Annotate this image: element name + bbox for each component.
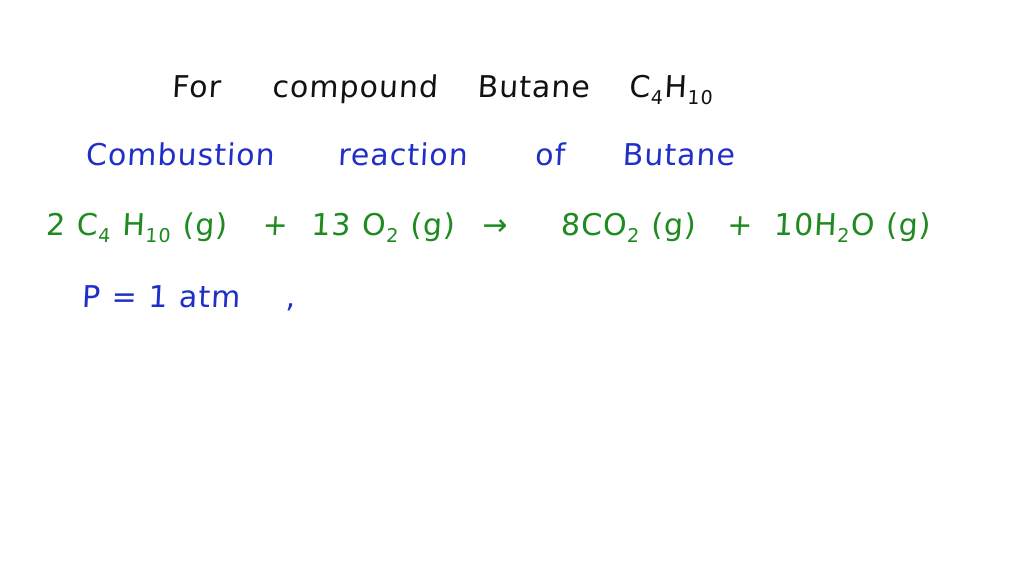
butane-formula: C4H10 [628,70,715,109]
chemical-equation: 2 C4 H10 (g) + 13 O2 (g) → 8CO2 (g) + 10… [45,208,932,247]
plus-sign: + [261,208,290,243]
product-co2: CO2 (g) [580,208,698,247]
trailing-comma: , [284,280,298,315]
title-prefix: For [171,70,223,105]
title-word-butane: Butane [476,70,592,105]
pressure-value: 1 atm [147,280,243,315]
heading-word-combustion: Combustion [85,138,277,173]
heading-word-reaction: reaction [337,138,470,173]
equals-sign: = [110,280,139,315]
document-title: For compound Butane C4H10 [171,70,715,109]
state-gas: (g) [885,208,933,243]
reactant-butane-c: C [75,208,100,243]
coefficient-co2: 8 [560,208,583,243]
coefficient-butane: 2 [45,208,68,243]
state-gas: (g) [409,208,457,243]
title-word-compound: compound [271,70,440,105]
state-gas: (g) [181,208,230,243]
product-water-o: O [849,208,877,243]
product-water: H2O (g) [813,208,933,247]
product-co2-count: 2 [626,225,641,247]
coefficient-oxygen: 13 [310,208,353,243]
heading-word-butane: Butane [621,138,737,173]
formula-hydrogen: H [663,70,689,105]
reactant-butane-c-count: 4 [97,225,112,247]
product-water-h-count: 2 [836,225,851,247]
product-co2-co: CO [580,208,629,243]
section-heading: Combustion reaction of Butane [85,138,737,173]
reactant-oxygen: O2 (g) [361,208,457,247]
formula-carbon: C [628,70,653,105]
reactant-butane-h: H [121,208,147,243]
plus-sign: + [726,208,755,243]
pressure-condition: P = 1 atm , [81,280,297,315]
coefficient-water: 10 [773,208,816,243]
reaction-arrow-icon: → [481,208,510,243]
formula-hydrogen-count: 10 [686,87,715,109]
reactant-butane-h-count: 10 [144,225,173,247]
reactant-oxygen-o: O [361,208,388,243]
product-water-h: H [813,208,839,243]
formula-carbon-count: 4 [650,87,665,109]
pressure-label: P [81,280,103,315]
state-gas: (g) [650,208,698,243]
heading-word-of: of [534,138,568,173]
reactant-oxygen-count: 2 [385,225,400,247]
reactant-butane: C4 H10 (g) [75,208,230,247]
